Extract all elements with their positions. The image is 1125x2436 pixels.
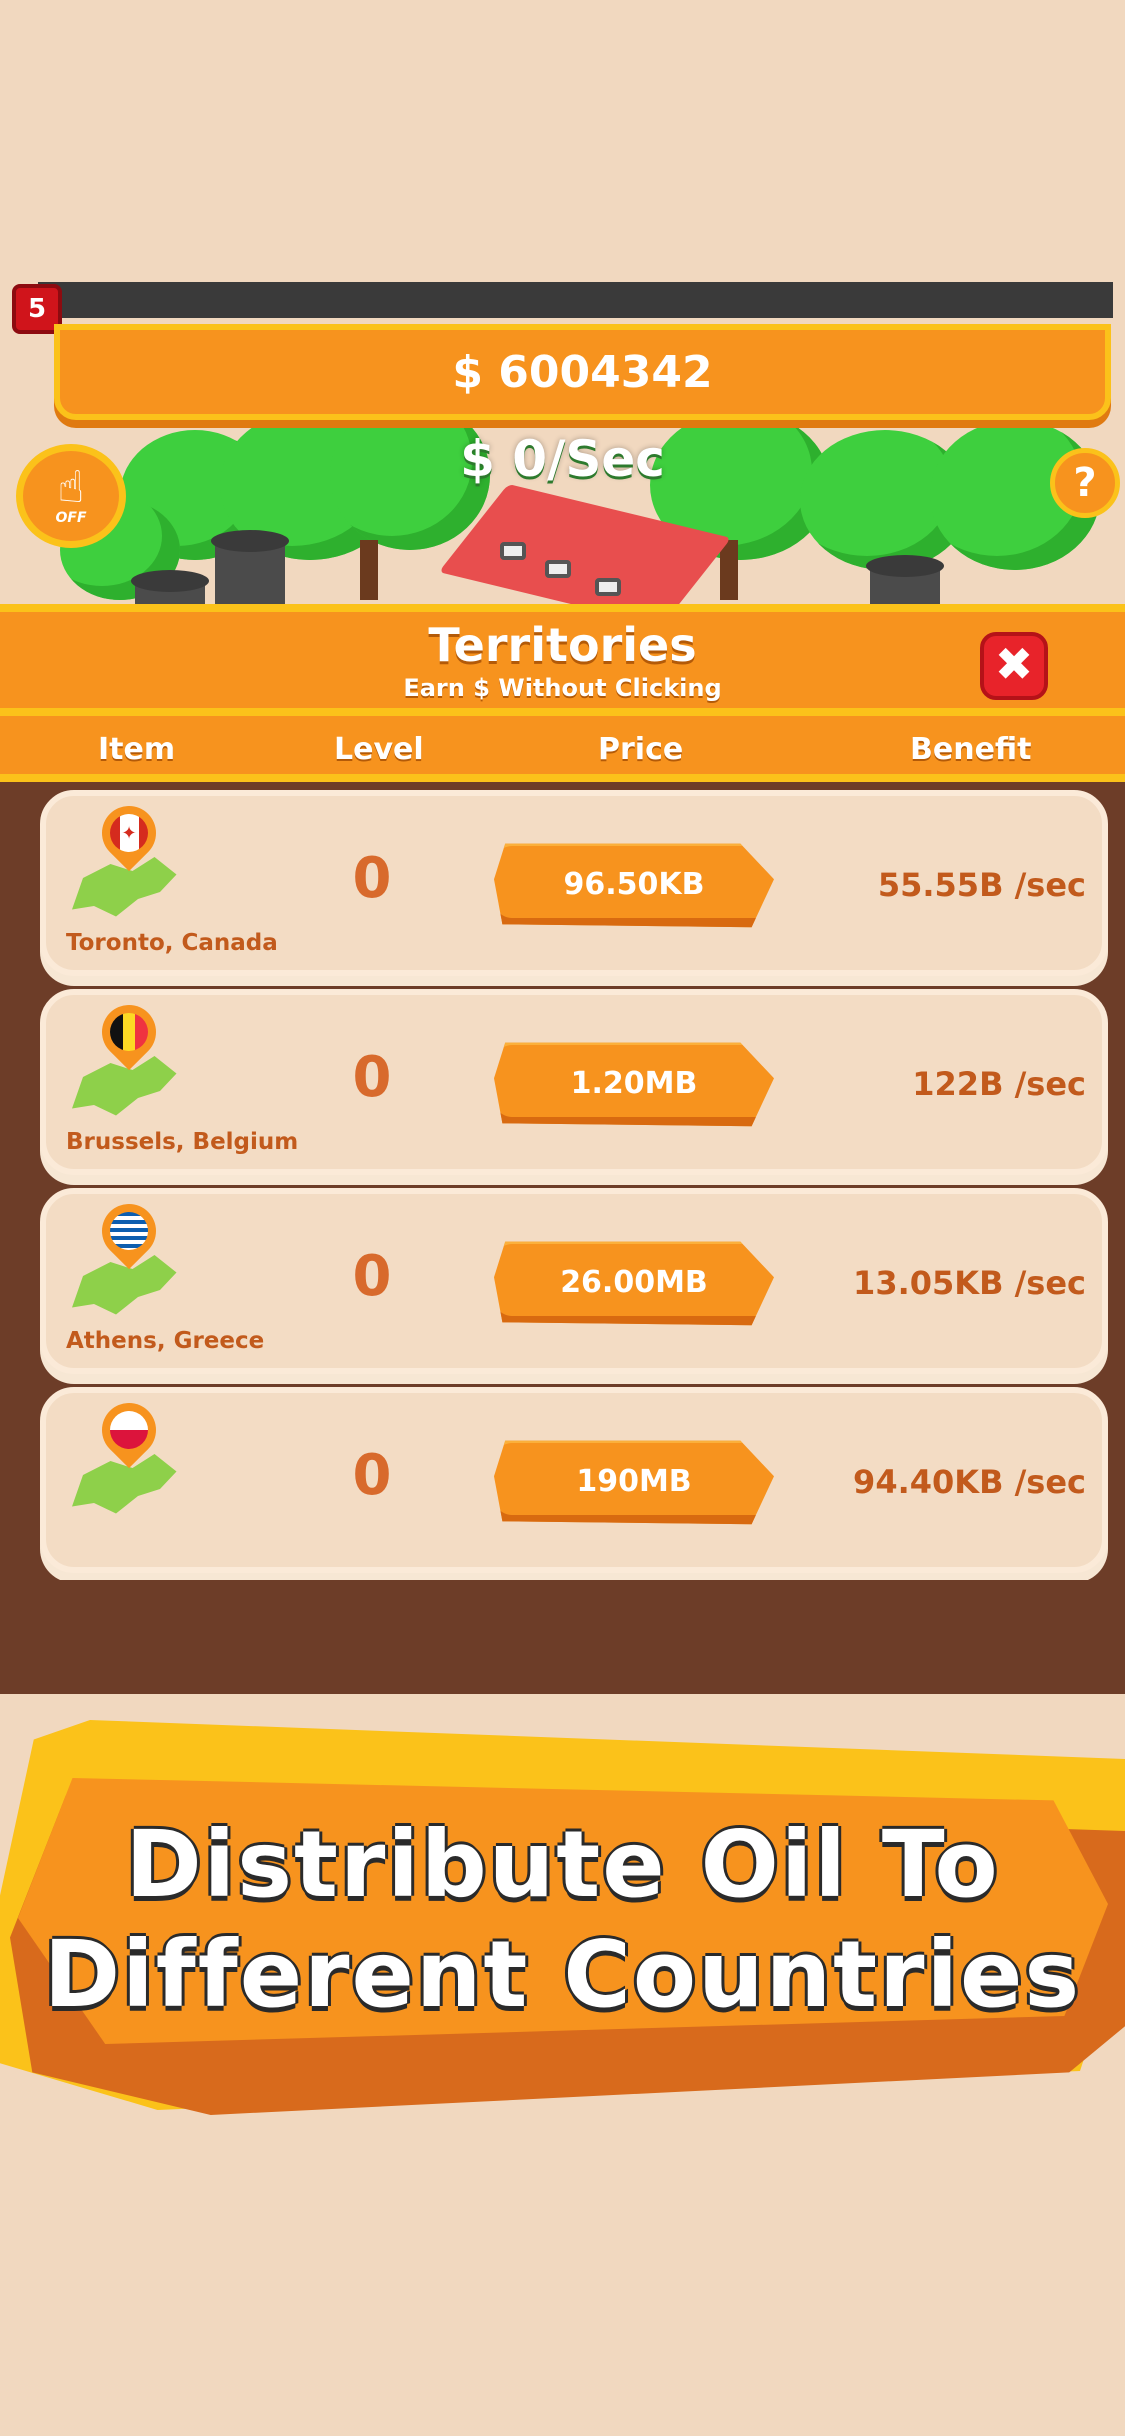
column-header-item: Item [98, 732, 176, 767]
close-button[interactable]: ✖ [980, 632, 1048, 700]
promo-line-1: Distribute Oil To [125, 1811, 1000, 1918]
auto-click-toggle[interactable]: ☝ OFF [16, 444, 126, 548]
column-headers: Item Level Price Benefit [0, 716, 1125, 782]
panel-title: Territories [428, 618, 697, 672]
territory-benefit: 55.55B /sec [877, 866, 1086, 904]
territory-row: 0 190MB 94.40KB /sec [40, 1387, 1108, 1573]
income-rate: $ 0/Sec [460, 430, 665, 488]
panel-subtitle: Earn $ Without Clicking [403, 674, 722, 702]
territory-list[interactable]: ✦ Toronto, Canada 0 96.50KB 55.55B /sec … [0, 790, 1125, 1580]
territory-level: 0 [352, 1045, 392, 1110]
panel-header: Territories Earn $ Without Clicking ✖ [0, 604, 1125, 716]
column-header-benefit: Benefit [910, 732, 1032, 767]
auto-click-state-label: OFF [55, 510, 87, 526]
xp-progress-bar [38, 282, 1113, 318]
belgium-flag-icon [110, 1013, 148, 1051]
buy-territory-button[interactable]: 96.50KB [494, 843, 774, 928]
buy-territory-button[interactable]: 1.20MB [494, 1042, 774, 1127]
poland-flag-icon [110, 1411, 148, 1449]
territory-city: Toronto, Canada [66, 930, 278, 956]
territory-city: Athens, Greece [66, 1328, 265, 1354]
greece-flag-icon [110, 1212, 148, 1250]
canada-flag-icon: ✦ [110, 814, 148, 852]
territory-level: 0 [352, 1443, 392, 1508]
buy-territory-button[interactable]: 190MB [494, 1440, 774, 1525]
territory-benefit: 122B /sec [912, 1065, 1086, 1103]
territory-benefit: 94.40KB /sec [853, 1463, 1086, 1501]
territories-panel: Territories Earn $ Without Clicking ✖ It… [0, 604, 1125, 1694]
pointing-hand-icon: ☝ [57, 462, 85, 513]
territory-row: Brussels, Belgium 0 1.20MB 122B /sec [40, 989, 1108, 1175]
column-header-price: Price [598, 732, 684, 767]
territory-row: ✦ Toronto, Canada 0 96.50KB 55.55B /sec [40, 790, 1108, 976]
column-header-level: Level [334, 732, 424, 767]
promo-line-2: Different Countries [43, 1921, 1082, 2028]
territory-level: 0 [352, 1244, 392, 1309]
buy-territory-button[interactable]: 26.00MB [494, 1241, 774, 1326]
territory-level: 0 [352, 846, 392, 911]
promo-text: Distribute Oil To Different Countries [0, 1810, 1125, 2030]
money-display: $ 6004342 [54, 324, 1111, 420]
territory-city: Brussels, Belgium [66, 1129, 299, 1155]
territory-benefit: 13.05KB /sec [853, 1264, 1086, 1302]
help-button[interactable]: ? [1050, 448, 1120, 518]
territory-row: Athens, Greece 0 26.00MB 13.05KB /sec [40, 1188, 1108, 1374]
promo-banner: Distribute Oil To Different Countries [0, 1720, 1125, 2120]
